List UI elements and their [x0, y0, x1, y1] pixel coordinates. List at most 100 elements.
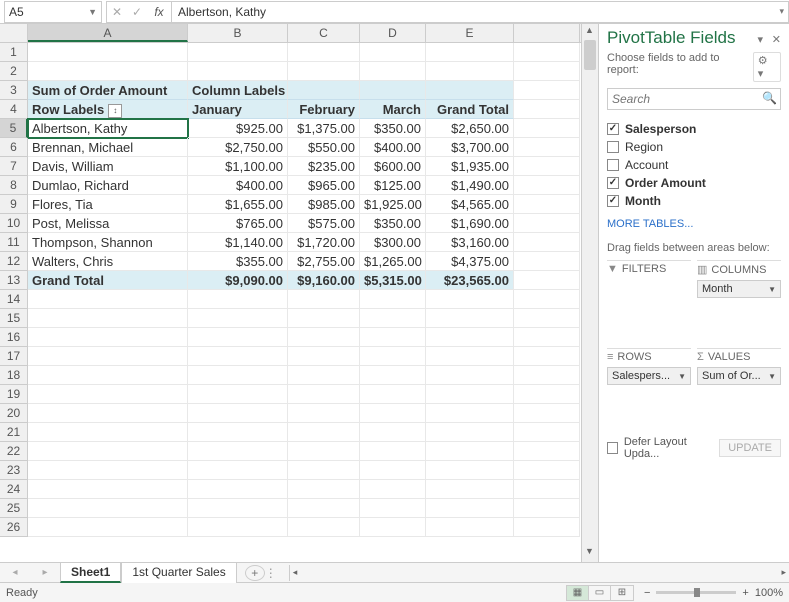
pivot-row-label[interactable]: Thompson, Shannon	[28, 233, 188, 252]
cell[interactable]	[514, 214, 580, 233]
cell[interactable]	[360, 404, 426, 423]
cell[interactable]	[514, 43, 580, 62]
cell[interactable]	[514, 442, 580, 461]
field-region[interactable]: Region	[607, 138, 781, 156]
cell[interactable]	[28, 423, 188, 442]
normal-view-button[interactable]: ▦	[567, 586, 589, 600]
spreadsheet-grid[interactable]: ABCDE 123Sum of Order AmountColumn Label…	[0, 24, 581, 562]
column-header-A[interactable]: A	[28, 24, 188, 42]
values-area[interactable]: ΣVALUES Sum of Or...▼	[697, 348, 781, 430]
cell-jan[interactable]: $925.00	[188, 119, 288, 138]
cell[interactable]	[360, 385, 426, 404]
cell[interactable]	[288, 347, 360, 366]
cell-feb[interactable]: $965.00	[288, 176, 360, 195]
cell[interactable]	[426, 81, 514, 100]
cell[interactable]	[360, 366, 426, 385]
row-header-16[interactable]: 16	[0, 328, 28, 347]
row-header-18[interactable]: 18	[0, 366, 28, 385]
cell[interactable]	[188, 442, 288, 461]
cell[interactable]	[426, 43, 514, 62]
field-checkbox[interactable]	[607, 159, 619, 171]
vertical-scrollbar[interactable]: ▲ ▼	[581, 24, 598, 562]
cell[interactable]	[514, 81, 580, 100]
cell[interactable]	[28, 499, 188, 518]
cell-jan[interactable]: $2,750.00	[188, 138, 288, 157]
row-header-11[interactable]: 11	[0, 233, 28, 252]
scroll-left-icon[interactable]: ◂	[290, 567, 301, 578]
cell-feb[interactable]: $1,720.00	[288, 233, 360, 252]
row-header-20[interactable]: 20	[0, 404, 28, 423]
cell[interactable]	[514, 290, 580, 309]
cell[interactable]	[514, 499, 580, 518]
row-header-17[interactable]: 17	[0, 347, 28, 366]
cell[interactable]	[514, 100, 580, 119]
fx-icon[interactable]: fx	[147, 5, 171, 19]
cell[interactable]	[188, 366, 288, 385]
row-header-6[interactable]: 6	[0, 138, 28, 157]
row-header-14[interactable]: 14	[0, 290, 28, 309]
cell-total[interactable]: $3,160.00	[426, 233, 514, 252]
cell[interactable]	[426, 404, 514, 423]
row-header-23[interactable]: 23	[0, 461, 28, 480]
field-checkbox[interactable]: ✓	[607, 195, 619, 207]
cell[interactable]	[188, 309, 288, 328]
row-labels-filter-icon[interactable]: ↕	[108, 104, 122, 118]
cell[interactable]	[28, 518, 188, 537]
cell-feb[interactable]: $235.00	[288, 157, 360, 176]
cell[interactable]	[426, 347, 514, 366]
chevron-down-icon[interactable]: ▼	[88, 7, 97, 17]
cell-mar[interactable]: $125.00	[360, 176, 426, 195]
cell[interactable]	[426, 499, 514, 518]
cell[interactable]	[514, 157, 580, 176]
more-tables-link[interactable]: MORE TABLES...	[607, 218, 781, 230]
cell[interactable]	[514, 62, 580, 81]
column-header-blank[interactable]	[514, 24, 580, 42]
cell[interactable]	[288, 499, 360, 518]
cell[interactable]	[28, 404, 188, 423]
cell[interactable]	[514, 328, 580, 347]
column-header-B[interactable]: B	[188, 24, 288, 42]
cell[interactable]	[28, 461, 188, 480]
cell[interactable]	[288, 442, 360, 461]
cell[interactable]	[426, 442, 514, 461]
scroll-right-icon[interactable]: ▸	[778, 567, 789, 578]
cell[interactable]	[426, 328, 514, 347]
area-item[interactable]: Month▼	[697, 280, 781, 298]
defer-checkbox[interactable]	[607, 442, 618, 454]
row-header-1[interactable]: 1	[0, 43, 28, 62]
cell-total[interactable]: $4,565.00	[426, 195, 514, 214]
search-input[interactable]	[607, 88, 781, 110]
cell[interactable]	[188, 518, 288, 537]
cell[interactable]	[514, 233, 580, 252]
rows-area[interactable]: ≡ROWS Salespers...▼	[607, 348, 691, 430]
field-checkbox[interactable]: ✓	[607, 177, 619, 189]
cell[interactable]	[360, 328, 426, 347]
zoom-out-button[interactable]: −	[644, 587, 650, 599]
cell[interactable]	[188, 290, 288, 309]
cell[interactable]	[288, 461, 360, 480]
pivot-row-label[interactable]: Albertson, Kathy	[28, 119, 188, 138]
cell[interactable]	[188, 423, 288, 442]
cell[interactable]	[514, 176, 580, 195]
cell[interactable]	[188, 385, 288, 404]
gear-icon[interactable]: ⚙ ▾	[753, 52, 781, 82]
cell[interactable]	[188, 499, 288, 518]
cell[interactable]	[188, 43, 288, 62]
cell[interactable]	[514, 423, 580, 442]
tab-nav-next-icon[interactable]: ▸	[42, 567, 47, 578]
row-header-24[interactable]: 24	[0, 480, 28, 499]
cell[interactable]	[288, 423, 360, 442]
cell[interactable]	[426, 480, 514, 499]
cell-feb[interactable]: $575.00	[288, 214, 360, 233]
row-header-3[interactable]: 3	[0, 81, 28, 100]
cell[interactable]	[188, 404, 288, 423]
cell[interactable]	[360, 480, 426, 499]
cell[interactable]	[360, 62, 426, 81]
cell[interactable]	[360, 81, 426, 100]
row-header-9[interactable]: 9	[0, 195, 28, 214]
formula-input[interactable]: Albertson, Kathy ▾	[172, 1, 789, 23]
cell[interactable]	[288, 309, 360, 328]
row-header-26[interactable]: 26	[0, 518, 28, 537]
pivot-row-label[interactable]: Flores, Tia	[28, 195, 188, 214]
cell[interactable]	[360, 43, 426, 62]
